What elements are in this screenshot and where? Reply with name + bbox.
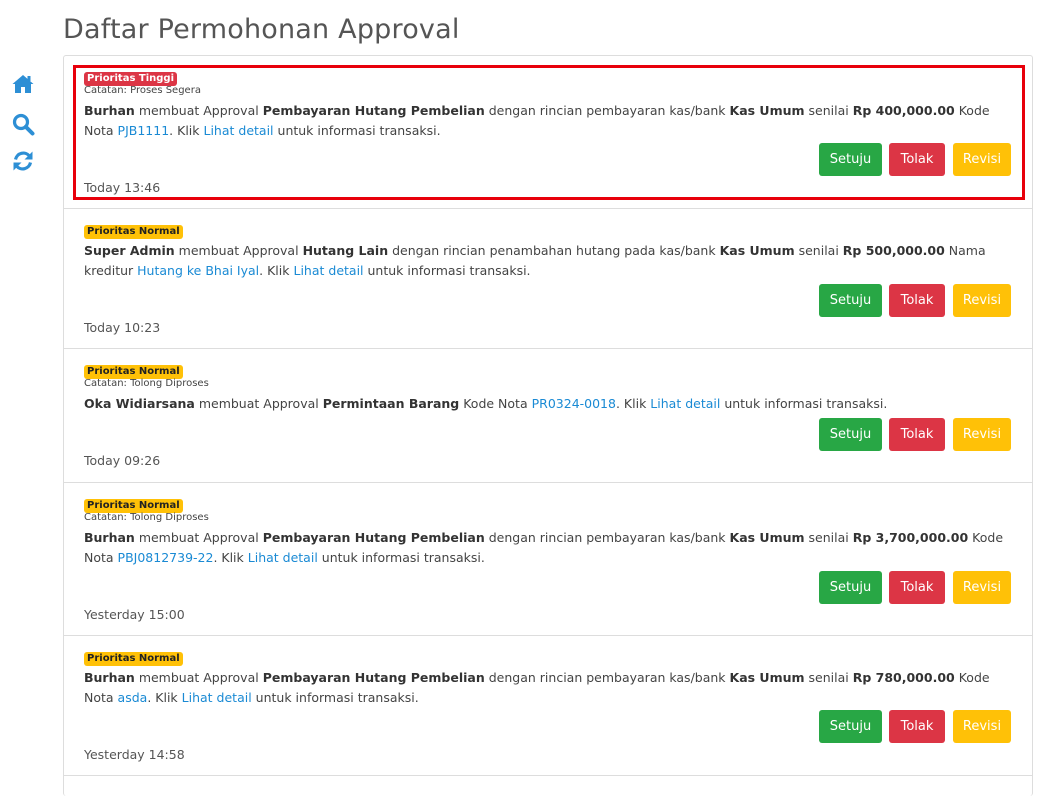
revise-button[interactable]: Revisi: [953, 284, 1011, 317]
revise-button[interactable]: Revisi: [953, 571, 1011, 604]
actor-name: Burhan: [84, 103, 135, 118]
approval-type: Permintaan Barang: [322, 396, 460, 411]
actor-name: Burhan: [84, 670, 135, 685]
reference-link[interactable]: Hutang ke Bhai Iyal: [137, 263, 259, 278]
approve-button[interactable]: Setuju: [819, 571, 882, 604]
reference-link[interactable]: PR0324-0018: [532, 396, 616, 411]
reference-link[interactable]: PBJ0812739-22: [118, 550, 214, 565]
approval-message: Burhan membuat Approval Pembayaran Hutan…: [84, 530, 1004, 565]
account-name: Kas Umum: [729, 530, 805, 545]
reject-button[interactable]: Tolak: [889, 710, 945, 743]
approval-message: Burhan membuat Approval Pembayaran Hutan…: [84, 103, 990, 138]
approval-item: Prioritas Normal Catatan: Tolong Diprose…: [64, 349, 1032, 483]
approval-item: Prioritas Tinggi Catatan: Proses Segera …: [64, 56, 1032, 209]
approve-button[interactable]: Setuju: [819, 284, 882, 317]
note-text: Catatan: Tolong Diproses: [84, 378, 209, 389]
actor-name: Oka Widiarsana: [84, 396, 195, 411]
amount: Rp 500,000.00: [842, 243, 945, 258]
page-title: Daftar Permohonan Approval: [63, 14, 460, 45]
timestamp: Yesterday 14:58: [84, 747, 185, 762]
reference-link[interactable]: PJB1111: [118, 123, 170, 138]
priority-badge: Prioritas Normal: [84, 225, 183, 239]
approval-item: Prioritas Normal Super Admin membuat App…: [64, 209, 1032, 349]
revise-button[interactable]: Revisi: [953, 418, 1011, 451]
detail-link[interactable]: Lihat detail: [650, 396, 720, 411]
approve-button[interactable]: Setuju: [819, 418, 882, 451]
priority-badge: Prioritas Normal: [84, 652, 183, 666]
approval-message: Super Admin membuat Approval Hutang Lain…: [84, 243, 986, 278]
account-name: Kas Umum: [729, 103, 805, 118]
priority-badge: Prioritas Normal: [84, 365, 183, 379]
approval-item: Prioritas Normal Burhan membuat Approval…: [64, 636, 1032, 776]
actor-name: Super Admin: [84, 243, 175, 258]
amount: Rp 400,000.00: [852, 103, 955, 118]
timestamp: Today 13:46: [84, 180, 161, 195]
note-text: Catatan: Proses Segera: [84, 85, 201, 96]
reject-button[interactable]: Tolak: [889, 284, 945, 317]
priority-badge: Prioritas Normal: [84, 499, 183, 513]
approve-button[interactable]: Setuju: [819, 143, 882, 176]
timestamp: Today 10:23: [84, 320, 161, 335]
account-name: Kas Umum: [729, 670, 805, 685]
approval-type: Pembayaran Hutang Pembelian: [262, 670, 485, 685]
home-icon[interactable]: [11, 72, 35, 96]
priority-badge: Prioritas Tinggi: [84, 72, 177, 86]
actor-name: Burhan: [84, 530, 135, 545]
approval-message: Burhan membuat Approval Pembayaran Hutan…: [84, 670, 990, 705]
detail-link[interactable]: Lihat detail: [248, 550, 318, 565]
approve-button[interactable]: Setuju: [819, 710, 882, 743]
timestamp: Yesterday 15:00: [84, 607, 185, 622]
approval-list: Prioritas Tinggi Catatan: Proses Segera …: [63, 55, 1033, 796]
reference-link[interactable]: asda: [118, 690, 148, 705]
search-icon[interactable]: [11, 112, 35, 136]
detail-link[interactable]: Lihat detail: [182, 690, 252, 705]
detail-link[interactable]: Lihat detail: [293, 263, 363, 278]
amount: Rp 780,000.00: [852, 670, 955, 685]
approval-message: Oka Widiarsana membuat Approval Perminta…: [84, 396, 888, 411]
revise-button[interactable]: Revisi: [953, 143, 1011, 176]
reject-button[interactable]: Tolak: [889, 571, 945, 604]
approval-type: Pembayaran Hutang Pembelian: [262, 530, 485, 545]
reject-button[interactable]: Tolak: [889, 418, 945, 451]
reject-button[interactable]: Tolak: [889, 143, 945, 176]
amount: Rp 3,700,000.00: [852, 530, 969, 545]
refresh-icon[interactable]: [11, 149, 35, 173]
timestamp: Today 09:26: [84, 453, 161, 468]
approval-type: Pembayaran Hutang Pembelian: [262, 103, 485, 118]
approval-item: Prioritas Normal Catatan: Tolong Diprose…: [64, 483, 1032, 636]
note-text: Catatan: Tolong Diproses: [84, 512, 209, 523]
revise-button[interactable]: Revisi: [953, 710, 1011, 743]
account-name: Kas Umum: [719, 243, 795, 258]
detail-link[interactable]: Lihat detail: [204, 123, 274, 138]
approval-type: Hutang Lain: [302, 243, 389, 258]
